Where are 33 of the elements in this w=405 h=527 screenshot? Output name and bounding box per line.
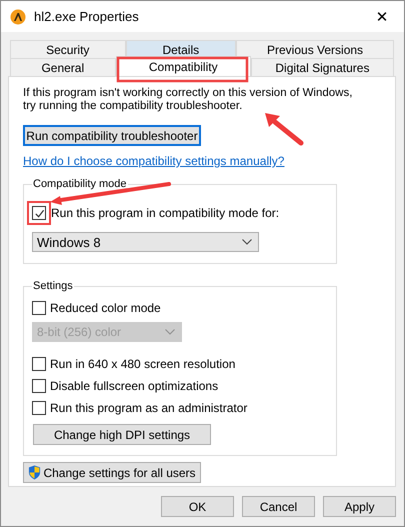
checkbox[interactable]	[32, 357, 46, 371]
checkbox-label: Run this program as an administrator	[50, 401, 248, 415]
help-link[interactable]: How do I choose compatibility settings manually?	[23, 154, 284, 168]
checkbox[interactable]	[32, 401, 46, 415]
troubleshooter-button[interactable]: Run compatibility troubleshooter	[23, 125, 201, 146]
tab[interactable]: Security	[10, 40, 126, 58]
group-legend: Compatibility mode	[32, 178, 128, 190]
dialog-button[interactable]: OK	[161, 496, 234, 517]
tab[interactable]: General	[10, 58, 116, 76]
checkbox-label: Reduced color mode	[50, 301, 161, 315]
checkbox-label: Run this program in compatibility mode for:	[51, 206, 280, 220]
dpi-settings-button[interactable]: Change high DPI settings	[33, 424, 211, 445]
all-users-button[interactable]: Change settings for all users	[23, 462, 201, 483]
dialog-button[interactable]: Cancel	[242, 496, 315, 517]
os-dropdown[interactable]: Windows 8	[32, 232, 259, 252]
checkbox[interactable]	[32, 301, 46, 315]
checkbox[interactable]	[32, 206, 46, 220]
check-icon	[34, 208, 44, 218]
arrow	[265, 113, 304, 146]
checkbox[interactable]	[32, 379, 46, 393]
app-icon	[10, 8, 26, 24]
window-title: hl2.exe Properties	[34, 9, 140, 24]
group-legend: Settings	[32, 280, 74, 292]
dialog-button[interactable]: Apply	[323, 496, 396, 517]
chevron-down-icon	[165, 329, 175, 335]
checkbox-label: Disable fullscreen optimizations	[50, 379, 218, 393]
intro-text: If this program isn't working correctly on this version of Windows, try running the compatibility troubleshooter.	[23, 87, 353, 113]
tab[interactable]: Previous Versions	[236, 40, 394, 58]
chevron-down-icon	[242, 239, 252, 245]
checkbox-label: Run in 640 x 480 screen resolution	[50, 357, 236, 371]
tab[interactable]: Digital Signatures	[250, 58, 394, 76]
shield-icon	[28, 465, 42, 480]
close-button[interactable]: ✕	[360, 1, 404, 32]
